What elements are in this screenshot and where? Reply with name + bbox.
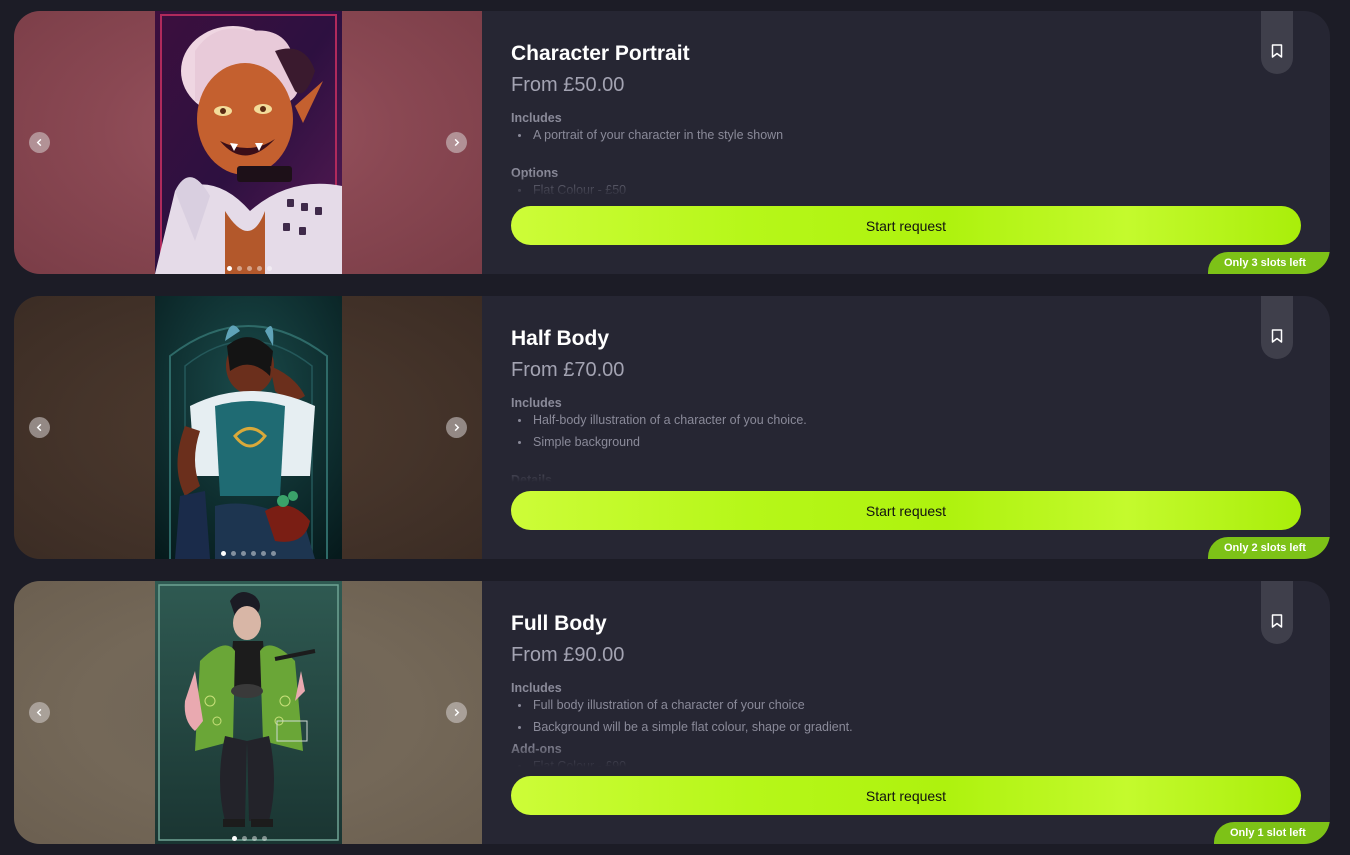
card-price: From £70.00 [511,359,625,381]
list-item: Simple background [511,435,1291,450]
carousel-dots [221,551,276,556]
image-carousel [14,581,482,844]
options-heading: Options [511,166,559,180]
commission-card-half-body: Half Body From £70.00 Includes Half-body… [14,296,1330,559]
carousel-dot[interactable] [251,551,256,556]
carousel-dot[interactable] [231,551,236,556]
carousel-next-button[interactable] [446,417,467,438]
list-item: Background will be a simple flat colour,… [511,720,1291,735]
carousel-dot[interactable] [257,266,262,271]
commission-card-character-portrait: Character Portrait From £50.00 Includes … [14,11,1330,274]
carousel-dot[interactable] [271,551,276,556]
artwork-image [155,296,342,559]
save-button[interactable] [1261,581,1293,644]
carousel-dot[interactable] [262,836,267,841]
carousel-prev-button[interactable] [29,417,50,438]
card-title: Half Body [511,327,610,350]
carousel-dot[interactable] [252,836,257,841]
list-item: Flat Colour - £50 [511,183,1291,197]
carousel-dot[interactable] [247,266,252,271]
chevron-right-icon [454,423,460,432]
chevron-left-icon [36,138,42,147]
slots-remaining-badge: Only 1 slot left [1214,822,1330,844]
image-carousel [14,296,482,559]
bookmark-icon [1271,614,1283,628]
carousel-dot[interactable] [241,551,246,556]
artwork-image [155,581,342,844]
card-info: Half Body From £70.00 Includes Half-body… [511,296,1301,559]
slots-remaining-badge: Only 3 slots left [1208,252,1330,274]
bookmark-icon [1271,329,1283,343]
chevron-right-icon [454,138,460,147]
start-request-button[interactable]: Start request [511,776,1301,815]
card-info: Full Body From £90.00 Includes Full body… [511,581,1301,844]
slots-remaining-badge: Only 2 slots left [1208,537,1330,559]
save-button[interactable] [1261,296,1293,359]
includes-heading: Includes [511,681,562,695]
card-title: Full Body [511,612,607,635]
start-request-button[interactable]: Start request [511,491,1301,530]
carousel-prev-button[interactable] [29,702,50,723]
chevron-right-icon [454,708,460,717]
carousel-dot[interactable] [237,266,242,271]
commission-card-full-body: Full Body From £90.00 Includes Full body… [14,581,1330,844]
bookmark-icon [1271,44,1283,58]
carousel-dots [227,266,272,271]
card-title: Character Portrait [511,42,690,65]
includes-heading: Includes [511,111,562,125]
start-request-button[interactable]: Start request [511,206,1301,245]
card-description: Includes Full body illustration of a cha… [511,681,1291,767]
list-item: Half-body illustration of a character of… [511,413,1291,428]
chevron-left-icon [36,708,42,717]
list-item: A portrait of your character in the styl… [511,128,1291,143]
image-carousel [14,11,482,274]
add-ons-heading: Add-ons [511,742,562,756]
artwork-image [155,11,342,274]
includes-heading: Includes [511,396,562,410]
carousel-next-button[interactable] [446,132,467,153]
save-button[interactable] [1261,11,1293,74]
chevron-left-icon [36,423,42,432]
carousel-dot[interactable] [232,836,237,841]
details-heading: Details [511,473,552,482]
carousel-prev-button[interactable] [29,132,50,153]
card-description: Includes Half-body illustration of a cha… [511,396,1291,482]
carousel-dot[interactable] [267,266,272,271]
card-description: Includes A portrait of your character in… [511,111,1291,197]
carousel-dot[interactable] [221,551,226,556]
card-info: Character Portrait From £50.00 Includes … [511,11,1301,274]
carousel-next-button[interactable] [446,702,467,723]
carousel-dot[interactable] [242,836,247,841]
list-item: Full body illustration of a character of… [511,698,1291,713]
list-item: Flat Colour - £90 [511,759,1291,767]
card-price: From £90.00 [511,644,625,666]
carousel-dot[interactable] [261,551,266,556]
carousel-dots [232,836,267,841]
card-price: From £50.00 [511,74,625,96]
carousel-dot[interactable] [227,266,232,271]
